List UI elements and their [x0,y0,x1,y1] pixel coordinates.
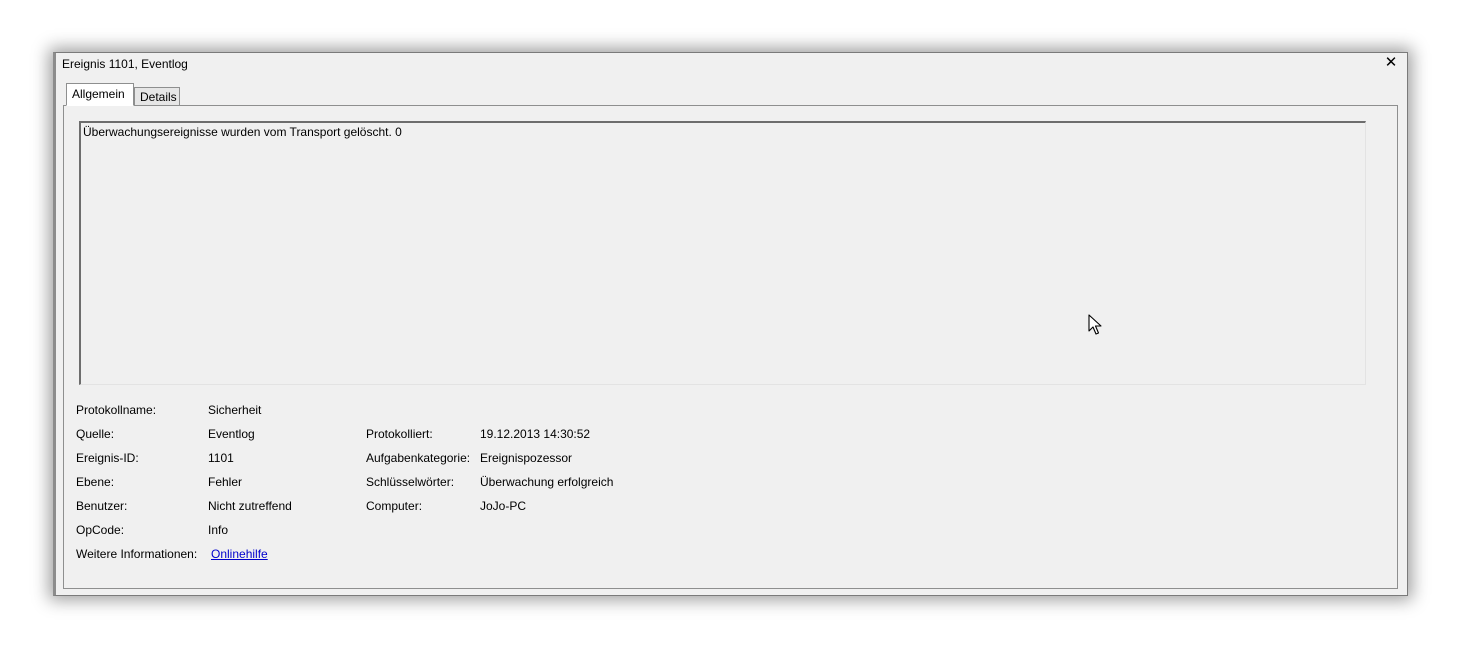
value-quelle: Eventlog [208,427,255,441]
title-bar[interactable]: Ereignis 1101, Eventlog ✕ [56,53,1407,75]
value-aufgabenkategorie: Ereignispozessor [480,451,573,465]
label-opcode: OpCode: [76,523,125,537]
label-ereignis-id: Ereignis-ID: [76,451,139,465]
label-protokollname: Protokollname: [76,403,157,417]
label-computer: Computer: [366,499,423,513]
label-weitere-informationen: Weitere Informationen: [76,547,198,561]
value-ebene: Fehler [208,475,243,489]
value-protokolliert: 19.12.2013 14:30:52 [480,427,591,441]
label-aufgabenkategorie: Aufgabenkategorie: [366,451,471,465]
value-schluesselwoerter: Überwachung erfolgreich [480,475,614,489]
label-benutzer: Benutzer: [76,499,128,513]
tab-details[interactable]: Details [134,87,180,106]
label-ebene: Ebene: [76,475,115,489]
event-message-text: Überwachungsereignisse wurden vom Transp… [83,125,402,139]
event-properties-window: Ereignis 1101, Eventlog ✕ Allgemein Deta… [53,52,1408,596]
tab-allgemein[interactable]: Allgemein [66,83,134,106]
value-benutzer: Nicht zutreffend [208,499,292,513]
label-schluesselwoerter: Schlüsselwörter: [366,475,455,489]
event-message-textbox[interactable]: Überwachungsereignisse wurden vom Transp… [79,121,1366,385]
label-protokolliert: Protokolliert: [366,427,433,441]
general-tab-panel: Überwachungsereignisse wurden vom Transp… [63,105,1398,589]
value-opcode: Info [208,523,229,537]
close-icon[interactable]: ✕ [1383,55,1399,71]
value-protokollname: Sicherheit [208,403,262,417]
label-quelle: Quelle: [76,427,115,441]
mouse-pointer-icon [1088,314,1102,335]
onlinehilfe-link[interactable]: Onlinehilfe [211,547,268,561]
value-computer: JoJo-PC [480,499,527,513]
value-ereignis-id: 1101 [208,451,234,465]
window-title: Ereignis 1101, Eventlog [62,57,188,71]
